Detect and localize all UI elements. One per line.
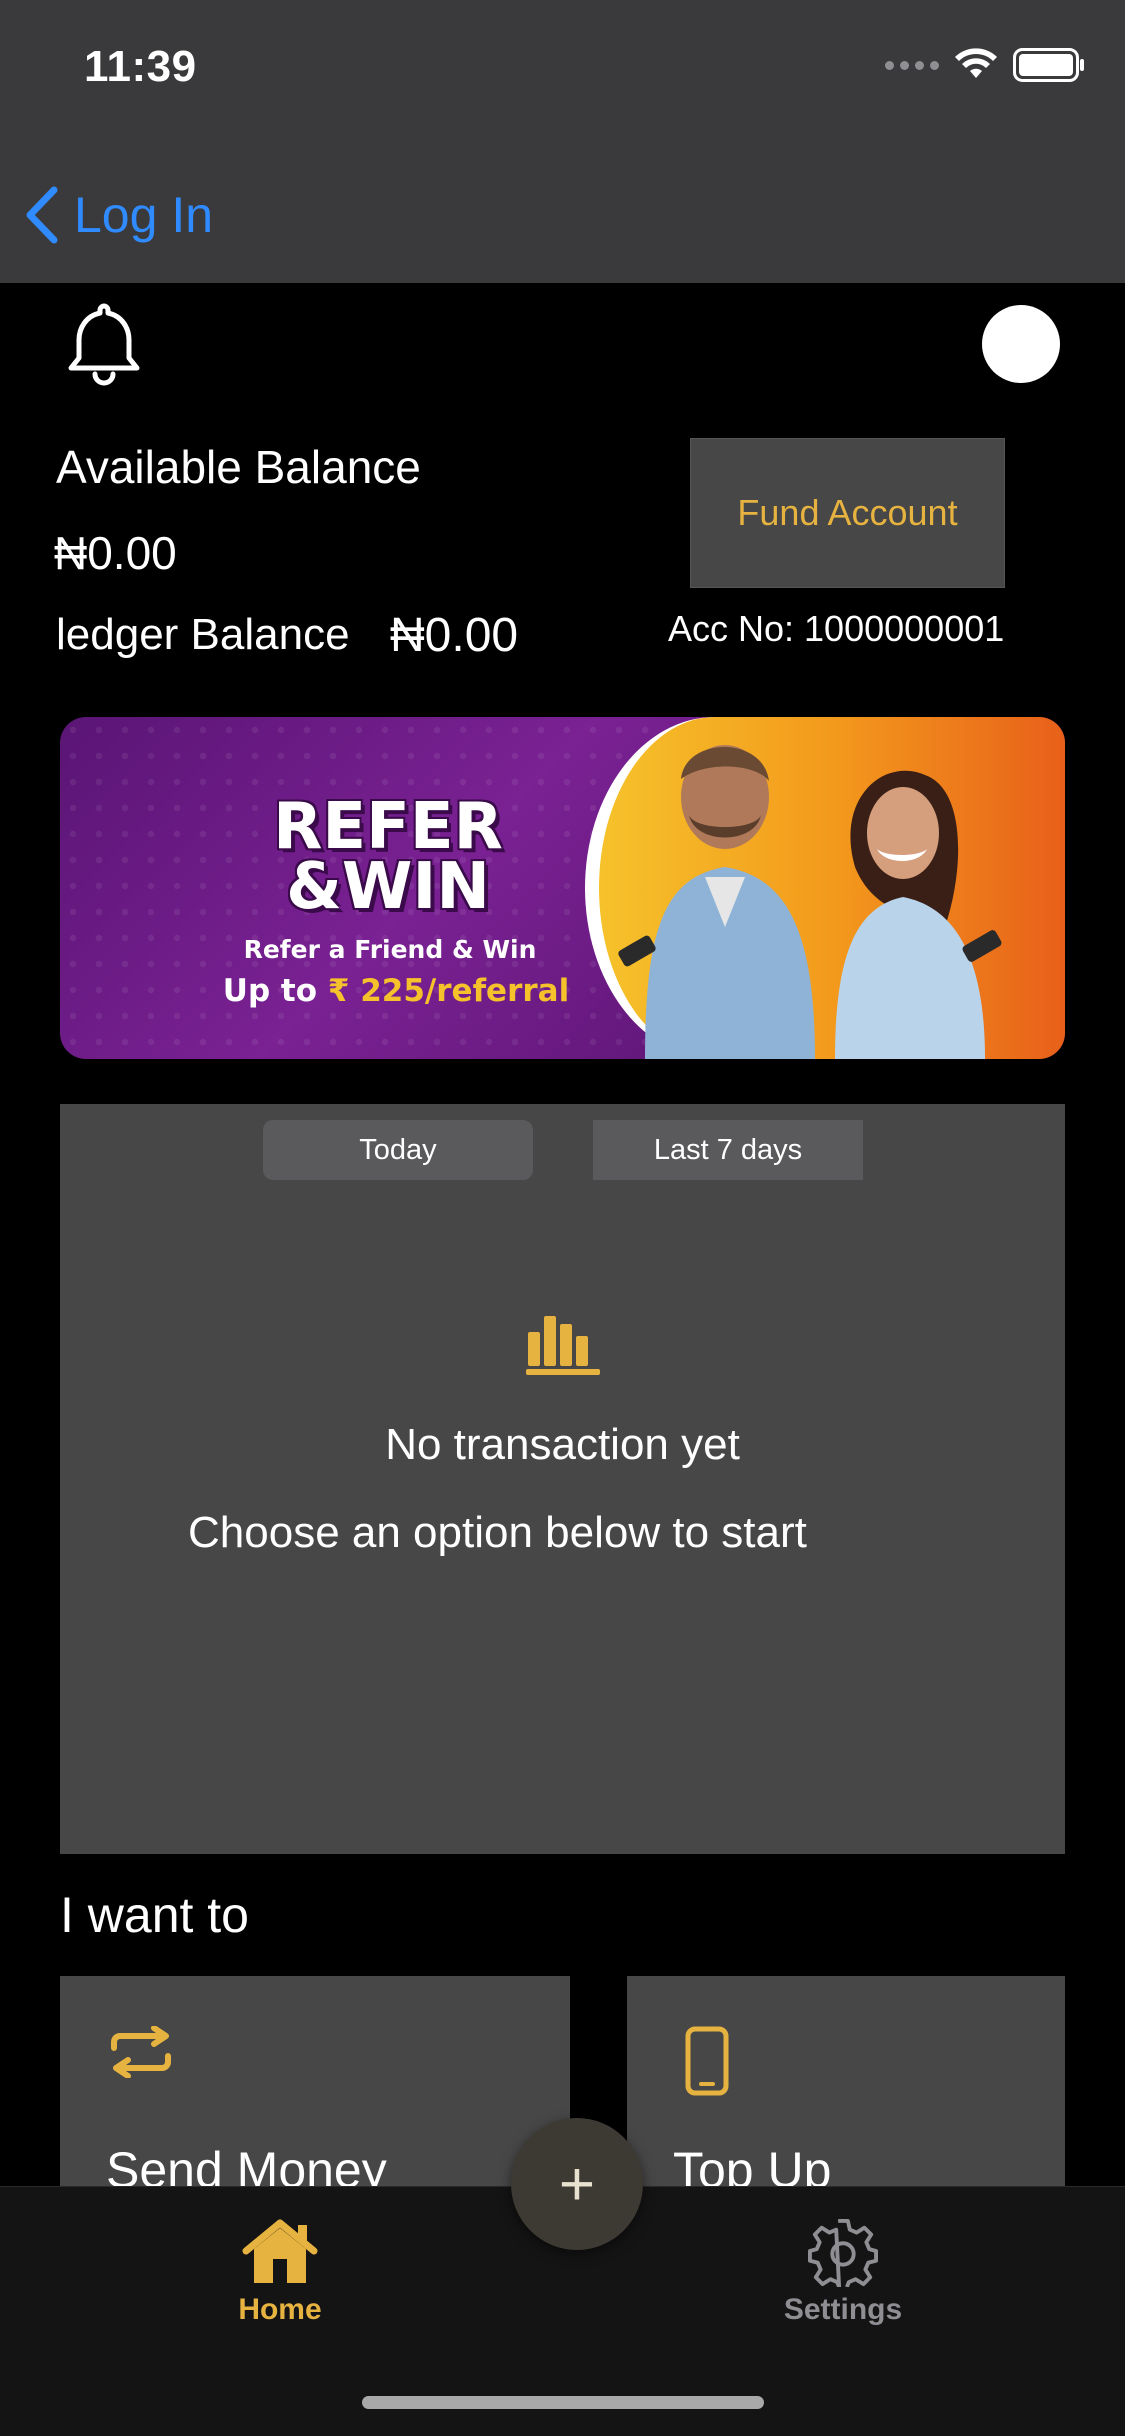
actions-heading: I want to: [60, 1887, 249, 1943]
empty-state-subtitle: Choose an option below to start: [188, 1508, 807, 1557]
status-bar: 11:39: [0, 0, 1125, 130]
couple-with-phones-image: [618, 745, 1002, 1059]
banner-title-line2: &WIN: [286, 850, 490, 924]
tab-home-label: Home: [238, 2293, 322, 2326]
chevron-left-icon: [26, 186, 58, 244]
banner-offer: Up to ₹ 225/referral: [166, 973, 626, 1009]
ledger-balance-label: ledger Balance: [56, 610, 350, 659]
banner-title-line1: REFER: [273, 790, 503, 864]
available-balance-amount: ₦0.00: [54, 527, 177, 579]
home-indicator: [362, 2396, 764, 2409]
mobile-phone-icon: [685, 2026, 729, 2096]
tab-today[interactable]: Today: [263, 1120, 533, 1180]
fund-account-button[interactable]: Fund Account: [690, 438, 1005, 588]
ledger-balance-amount: ₦0.00: [390, 609, 519, 662]
available-balance-label: Available Balance: [56, 441, 421, 493]
navigation-bar: Log In: [0, 130, 1125, 283]
cellular-signal-icon: [885, 60, 939, 70]
gear-icon: [808, 2218, 878, 2287]
home-icon: [242, 2219, 318, 2283]
banner-offer-prefix: Up to: [222, 973, 328, 1009]
banner-offer-amount: ₹ 225/referral: [327, 973, 570, 1009]
notification-bell-icon[interactable]: [62, 300, 146, 386]
wifi-icon: [955, 48, 997, 78]
tab-settings[interactable]: Settings: [743, 2217, 943, 2327]
banner-subtitle: Refer a Friend & Win: [243, 935, 537, 964]
bar-chart-icon: [526, 1316, 600, 1375]
tab-home[interactable]: Home: [180, 2217, 380, 2327]
top-up-label: Top Up: [673, 2142, 832, 2186]
tab-last-7-days[interactable]: Last 7 days: [593, 1120, 863, 1180]
transactions-panel: Today Last 7 days No transaction yet Cho…: [60, 1104, 1065, 1854]
add-fab-button[interactable]: +: [511, 2118, 643, 2250]
status-time: 11:39: [84, 42, 197, 91]
top-up-card[interactable]: Top Up: [627, 1976, 1065, 2186]
battery-icon: [1013, 48, 1084, 82]
send-money-label: Send Money: [106, 2142, 387, 2186]
account-number: Acc No: 1000000001: [668, 608, 1005, 649]
back-button-label: Log In: [74, 187, 214, 243]
refer-and-win-banner[interactable]: REFER &WIN Refer a Friend & Win Up to ₹ …: [60, 717, 1065, 1059]
banner-title: REFER &WIN: [228, 790, 548, 924]
send-money-card[interactable]: Send Money: [60, 1976, 570, 2186]
profile-avatar[interactable]: [982, 305, 1060, 383]
empty-state-title: No transaction yet: [385, 1420, 740, 1469]
status-icons: [885, 48, 1085, 82]
tab-settings-label: Settings: [783, 2293, 903, 2326]
transfer-arrows-icon: [111, 2026, 171, 2078]
back-button[interactable]: Log In: [24, 186, 213, 244]
